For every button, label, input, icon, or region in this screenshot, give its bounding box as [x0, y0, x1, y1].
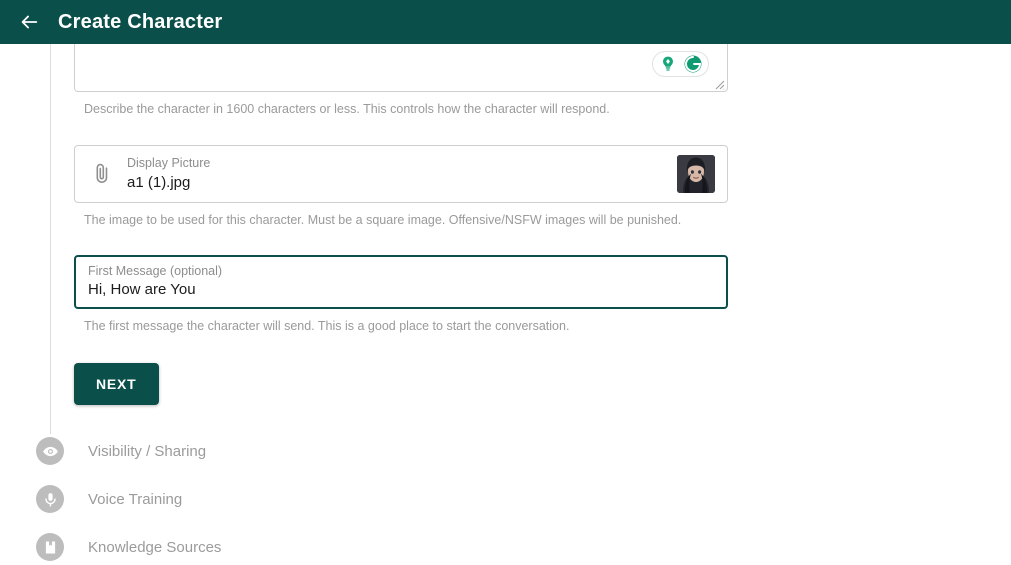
character-portrait-image	[677, 155, 715, 194]
step-label: Knowledge Sources	[88, 538, 222, 556]
page-title: Create Character	[58, 10, 223, 33]
next-button[interactable]: NEXT	[74, 362, 159, 405]
arrow-left-icon	[21, 15, 38, 29]
book-icon	[36, 533, 64, 561]
app-header: Create Character	[0, 0, 1011, 44]
display-picture-field[interactable]: Display Picture a1 (1).jpg	[74, 145, 728, 204]
description-helper-text: Describe the character in 1600 character…	[84, 102, 610, 116]
paperclip-icon	[89, 162, 115, 186]
writing-assistant-pill	[652, 51, 709, 77]
lightbulb-icon	[663, 56, 673, 71]
display-picture-label: Display Picture	[127, 155, 211, 170]
character-form: Describe the character in 1600 character…	[74, 44, 728, 405]
display-picture-helper-text: The image to be used for this character.…	[84, 213, 682, 228]
step-knowledge-sources[interactable]: Knowledge Sources	[36, 533, 536, 561]
step-visibility-sharing[interactable]: Visibility / Sharing	[36, 437, 536, 465]
step-voice-training[interactable]: Voice Training	[36, 485, 536, 513]
resize-grip-icon[interactable]	[713, 78, 725, 90]
lightbulb-suggestion-button[interactable]	[657, 53, 679, 75]
description-textarea[interactable]	[74, 44, 728, 92]
grammarly-button[interactable]	[682, 53, 704, 75]
step-label: Voice Training	[88, 490, 183, 508]
stepper-list: Visibility / Sharing Voice Training Know…	[36, 437, 536, 561]
first-message-helper-text: The first message the character will sen…	[84, 318, 570, 333]
stepper-rail	[50, 44, 51, 434]
eye-icon	[36, 437, 64, 465]
page-body: Describe the character in 1600 character…	[0, 44, 1011, 565]
display-picture-texts: Display Picture a1 (1).jpg	[127, 156, 677, 193]
back-button[interactable]	[14, 7, 44, 37]
display-picture-thumbnail[interactable]	[677, 155, 715, 194]
first-message-value[interactable]: Hi, How are You	[88, 280, 714, 300]
step-label: Visibility / Sharing	[88, 442, 207, 460]
display-picture-filename: a1 (1).jpg	[127, 173, 191, 191]
microphone-icon	[36, 485, 64, 513]
grammarly-g-icon	[684, 55, 702, 73]
first-message-label: First Message (optional)	[88, 263, 223, 278]
first-message-field[interactable]: First Message (optional) Hi, How are You	[74, 254, 728, 309]
